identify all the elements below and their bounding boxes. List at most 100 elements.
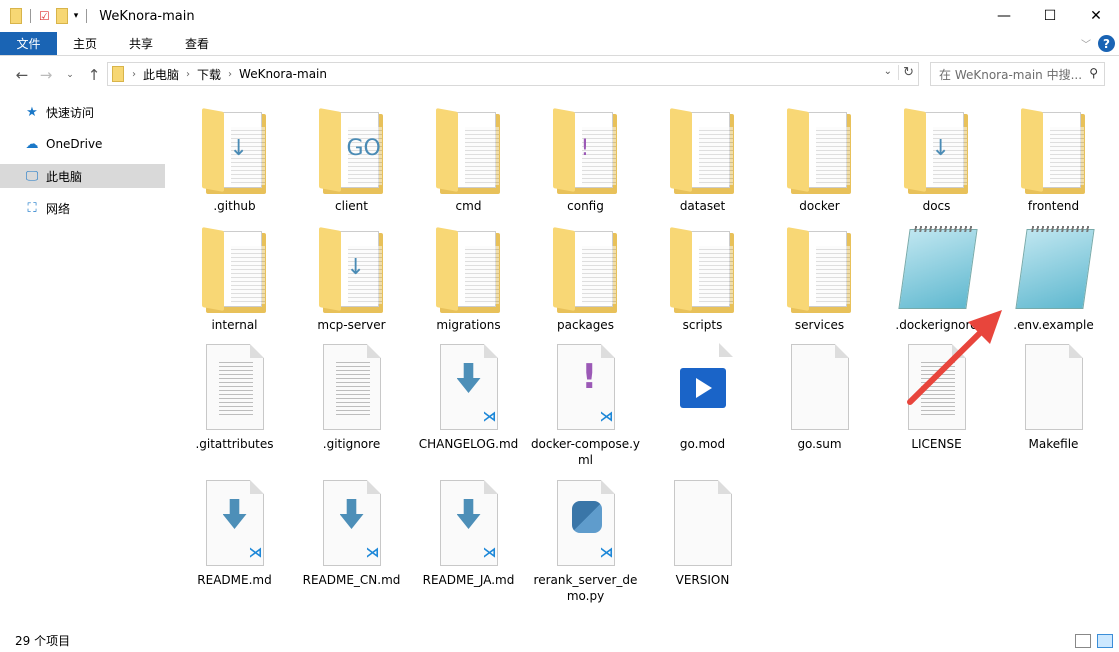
file-name: .gitignore xyxy=(322,437,381,451)
chevron-right-icon[interactable]: › xyxy=(186,69,190,80)
address-bar[interactable]: › 此电脑 › 下载 › WeKnora-main ⌄ ↻ xyxy=(107,62,919,86)
tab-home[interactable]: 主页 xyxy=(57,32,113,55)
file-item[interactable]: GO client xyxy=(293,100,410,219)
search-input[interactable]: 在 WeKnora-main 中搜... ⚲ xyxy=(930,62,1105,86)
folder-icon xyxy=(668,225,738,313)
text-file-icon xyxy=(200,344,270,432)
properties-icon[interactable]: ☑ xyxy=(39,9,50,23)
file-item[interactable]: Makefile xyxy=(995,338,1112,474)
close-button[interactable]: ✕ xyxy=(1073,0,1119,32)
breadcrumb-this-pc[interactable]: 此电脑 xyxy=(143,66,179,83)
file-item[interactable]: .env.example xyxy=(995,219,1112,338)
divider xyxy=(86,9,88,23)
recent-locations-icon[interactable]: ⌄ xyxy=(58,70,82,80)
divider xyxy=(30,9,31,23)
file-item[interactable]: ⋊ CHANGELOG.md xyxy=(410,338,527,474)
file-item[interactable]: cmd xyxy=(410,100,527,219)
folder-icon xyxy=(785,106,855,194)
file-item[interactable]: .dockerignore xyxy=(878,219,995,338)
file-item[interactable]: scripts xyxy=(644,219,761,338)
file-item[interactable]: migrations xyxy=(410,219,527,338)
text-file-icon xyxy=(902,344,972,432)
refresh-icon[interactable]: ↻ xyxy=(898,65,914,80)
chevron-down-icon[interactable]: ⌄ xyxy=(884,66,892,77)
file-name: migrations xyxy=(436,318,501,332)
file-item[interactable]: .gitignore xyxy=(293,338,410,474)
file-item[interactable]: packages xyxy=(527,219,644,338)
cloud-icon: ☁ xyxy=(25,136,39,152)
file-name: frontend xyxy=(1027,199,1080,213)
folder-icon xyxy=(112,66,124,82)
file-name: README.md xyxy=(197,573,272,587)
file-name: cmd xyxy=(455,199,482,213)
file-item[interactable]: services xyxy=(761,219,878,338)
sidebar-item-label: 快速访问 xyxy=(46,105,95,120)
back-icon[interactable]: ← xyxy=(10,66,34,84)
markdown-file-icon: ⋊ xyxy=(317,480,387,568)
search-icon[interactable]: ⚲ xyxy=(1089,66,1098,80)
search-placeholder: 在 WeKnora-main 中搜... xyxy=(939,67,1083,82)
file-item[interactable]: .gitattributes xyxy=(176,338,293,474)
sidebar-item[interactable]: ⛶ 网络 xyxy=(0,196,165,220)
file-item[interactable]: ⋊ README.md xyxy=(176,474,293,610)
tab-file[interactable]: 文件 xyxy=(0,32,57,55)
forward-icon[interactable]: → xyxy=(34,66,58,84)
tab-view[interactable]: 查看 xyxy=(169,32,225,55)
breadcrumb-current[interactable]: WeKnora-main xyxy=(239,67,327,81)
chevron-right-icon[interactable]: › xyxy=(132,69,136,80)
new-folder-icon[interactable] xyxy=(55,8,68,24)
file-item[interactable]: ↓ .github xyxy=(176,100,293,219)
navigation-pane: ★ 快速访问 ☁ OneDrive 🖵 此电脑 ⛶ 网络 xyxy=(0,100,165,228)
file-item[interactable]: internal xyxy=(176,219,293,338)
up-icon[interactable]: ↑ xyxy=(82,66,106,84)
sidebar-item[interactable]: 🖵 此电脑 xyxy=(0,164,165,188)
folder-icon xyxy=(551,225,621,313)
file-item[interactable]: go.mod xyxy=(644,338,761,474)
computer-icon: 🖵 xyxy=(25,168,39,184)
item-count: 29 个项目 xyxy=(15,633,71,648)
file-item[interactable]: ! ⋊ docker-compose.yml xyxy=(527,338,644,474)
file-item[interactable]: ⋊ README_JA.md xyxy=(410,474,527,610)
folder-icon: ↓ xyxy=(317,225,387,313)
file-item[interactable]: dataset xyxy=(644,100,761,219)
file-item[interactable]: ↓ mcp-server xyxy=(293,219,410,338)
file-item[interactable]: VERSION xyxy=(644,474,761,610)
file-name: packages xyxy=(557,318,614,332)
file-item[interactable]: ⋊ rerank_server_demo.py xyxy=(527,474,644,610)
details-view-button[interactable] xyxy=(1075,634,1091,648)
file-name: Makefile xyxy=(1028,437,1079,451)
blank-file-icon xyxy=(1019,344,1089,432)
folder-icon xyxy=(1019,106,1089,194)
minimize-button[interactable]: — xyxy=(981,0,1027,32)
title-bar: ☑ ▾ WeKnora-main — ☐ ✕ xyxy=(0,0,1119,32)
python-file-icon: ⋊ xyxy=(551,480,621,568)
folder-icon xyxy=(668,106,738,194)
maximize-button[interactable]: ☐ xyxy=(1027,0,1073,32)
large-icons-view-button[interactable] xyxy=(1097,634,1113,648)
file-name: .gitattributes xyxy=(195,437,274,451)
breadcrumb-downloads[interactable]: 下载 xyxy=(197,66,221,83)
file-item[interactable]: frontend xyxy=(995,100,1112,219)
file-item[interactable]: ↓ docs xyxy=(878,100,995,219)
sidebar-item[interactable]: ☁ OneDrive xyxy=(0,132,165,156)
tab-share[interactable]: 共享 xyxy=(113,32,169,55)
file-item[interactable]: docker xyxy=(761,100,878,219)
file-item[interactable]: ⋊ README_CN.md xyxy=(293,474,410,610)
expand-ribbon-icon[interactable]: ﹀ xyxy=(1081,36,1091,51)
chevron-right-icon[interactable]: › xyxy=(228,69,232,80)
ribbon: 文件 主页 共享 查看 ﹀ ? xyxy=(0,32,1119,56)
file-item[interactable]: ! config xyxy=(527,100,644,219)
help-icon[interactable]: ? xyxy=(1098,35,1115,52)
file-name: README_JA.md xyxy=(422,573,515,587)
sidebar-item[interactable]: ★ 快速访问 xyxy=(0,100,165,124)
file-item[interactable]: go.sum xyxy=(761,338,878,474)
customize-quick-access-icon[interactable]: ▾ xyxy=(74,11,79,21)
file-name: .dockerignore xyxy=(895,318,978,332)
go-mod-file-icon xyxy=(668,343,738,432)
file-list: ↓ .github GO client cmd! config dataset docker ↓… xyxy=(176,100,1116,610)
file-item[interactable]: LICENSE xyxy=(878,338,995,474)
notepad-file-icon xyxy=(1014,225,1095,313)
folder-icon: GO xyxy=(317,106,387,194)
file-name: client xyxy=(335,199,368,213)
file-name: go.sum xyxy=(797,437,842,451)
